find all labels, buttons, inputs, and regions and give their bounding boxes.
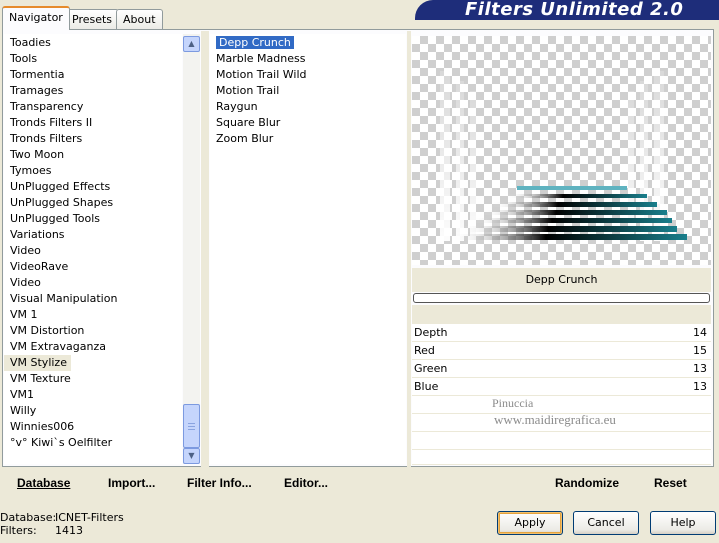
category-item[interactable]: UnPlugged Shapes bbox=[4, 195, 182, 211]
divider bbox=[407, 31, 411, 467]
filter-item[interactable]: Depp Crunch bbox=[210, 35, 406, 51]
divider bbox=[201, 31, 209, 467]
watermark-url: www.maidiregrafica.eu bbox=[494, 412, 616, 427]
category-item[interactable]: VM Texture bbox=[4, 371, 182, 387]
filter-item[interactable]: Motion Trail bbox=[210, 83, 406, 99]
category-item[interactable]: Two Moon bbox=[4, 147, 182, 163]
status-filters-value: 1413 bbox=[55, 524, 83, 537]
param-row-empty bbox=[412, 432, 711, 449]
param-value: 14 bbox=[693, 326, 707, 339]
category-item[interactable]: VideoRave bbox=[4, 259, 182, 275]
category-item[interactable]: Tormentia bbox=[4, 67, 182, 83]
preview-image bbox=[412, 36, 711, 265]
filter-item-label: Raygun bbox=[216, 100, 258, 113]
filter-item[interactable]: Raygun bbox=[210, 99, 406, 115]
category-item[interactable]: °v° Kiwi`s Oelfilter bbox=[4, 435, 182, 451]
param-label: Depth bbox=[414, 326, 448, 339]
help-button[interactable]: Help bbox=[650, 511, 716, 535]
param-row-empty bbox=[412, 396, 711, 413]
category-item[interactable]: VM Stylize bbox=[4, 355, 71, 371]
preview-filter-name: Depp Crunch bbox=[412, 268, 711, 292]
filter-item-label: Square Blur bbox=[216, 116, 281, 129]
scroll-up-icon[interactable]: ▲ bbox=[183, 36, 200, 52]
scroll-down-icon[interactable]: ▼ bbox=[183, 448, 200, 464]
filter-item-label: Marble Madness bbox=[216, 52, 306, 65]
category-scrollbar[interactable]: ▲ ▼ bbox=[183, 34, 200, 464]
category-item[interactable]: VM1 bbox=[4, 387, 182, 403]
param-row-red[interactable]: Red 15 bbox=[412, 341, 711, 359]
preview-graphic bbox=[440, 71, 687, 241]
progress-bar bbox=[413, 293, 710, 303]
filter-item-label: Motion Trail Wild bbox=[216, 68, 307, 81]
app-title: Filters Unlimited 2.0 bbox=[415, 0, 719, 20]
param-value: 15 bbox=[693, 344, 707, 357]
database-button[interactable]: Database bbox=[17, 476, 70, 490]
category-item[interactable]: Tools bbox=[4, 51, 182, 67]
category-item[interactable]: Variations bbox=[4, 227, 182, 243]
category-item[interactable]: Visual Manipulation bbox=[4, 291, 182, 307]
reset-button[interactable]: Reset bbox=[654, 476, 687, 490]
category-item[interactable]: VM 1 bbox=[4, 307, 182, 323]
tab-presets[interactable]: Presets bbox=[65, 9, 120, 29]
import-button[interactable]: Import... bbox=[108, 476, 155, 490]
param-value: 13 bbox=[693, 380, 707, 393]
param-value: 13 bbox=[693, 362, 707, 375]
category-item[interactable]: VM Distortion bbox=[4, 323, 182, 339]
param-row-blue[interactable]: Blue 13 bbox=[412, 377, 711, 395]
randomize-button[interactable]: Randomize bbox=[555, 476, 619, 490]
category-item[interactable]: Winnies006 bbox=[4, 419, 182, 435]
category-item[interactable]: VM Extravaganza bbox=[4, 339, 182, 355]
tab-about[interactable]: About bbox=[116, 9, 163, 29]
category-item[interactable]: Transparency bbox=[4, 99, 182, 115]
filter-item-label: Motion Trail bbox=[216, 84, 280, 97]
scroll-thumb[interactable] bbox=[183, 404, 200, 448]
param-row-green[interactable]: Green 13 bbox=[412, 359, 711, 377]
status-database-label: Database: bbox=[0, 511, 57, 524]
filter-info-button[interactable]: Filter Info... bbox=[187, 476, 252, 490]
category-item[interactable]: Tronds Filters bbox=[4, 131, 182, 147]
category-item[interactable]: Tymoes bbox=[4, 163, 182, 179]
param-label: Red bbox=[414, 344, 435, 357]
status-filters-label: Filters: bbox=[0, 524, 37, 537]
category-item[interactable]: Video bbox=[4, 243, 182, 259]
filter-item[interactable]: Motion Trail Wild bbox=[210, 67, 406, 83]
filter-list[interactable]: Depp Crunch Marble Madness Motion Trail Wi… bbox=[210, 34, 406, 464]
category-item[interactable]: Willy bbox=[4, 403, 182, 419]
category-list[interactable]: Toadies Tools Tormentia Tramages Transparenc… bbox=[4, 34, 182, 464]
tab-navigator[interactable]: Navigator bbox=[2, 6, 70, 30]
category-item[interactable]: Video bbox=[4, 275, 182, 291]
apply-button[interactable]: Apply bbox=[497, 511, 563, 535]
param-row-depth[interactable]: Depth 14 bbox=[412, 323, 711, 341]
category-item[interactable]: Tramages bbox=[4, 83, 182, 99]
filter-item[interactable]: Square Blur bbox=[210, 115, 406, 131]
category-item[interactable]: Tronds Filters II bbox=[4, 115, 182, 131]
category-item[interactable]: Toadies bbox=[4, 35, 182, 51]
filter-item[interactable]: Zoom Blur bbox=[210, 131, 406, 147]
watermark-name: Pinuccia bbox=[492, 396, 534, 410]
category-item[interactable]: UnPlugged Tools bbox=[4, 211, 182, 227]
param-label: Blue bbox=[414, 380, 439, 393]
status-database-value: ICNET-Filters bbox=[55, 511, 124, 524]
editor-button[interactable]: Editor... bbox=[284, 476, 328, 490]
param-row-empty bbox=[412, 450, 711, 464]
filter-item[interactable]: Marble Madness bbox=[210, 51, 406, 67]
cancel-button[interactable]: Cancel bbox=[573, 511, 639, 535]
filter-item-label: Zoom Blur bbox=[216, 132, 274, 145]
filter-item-label: Depp Crunch bbox=[216, 36, 294, 49]
param-label: Green bbox=[414, 362, 448, 375]
category-item[interactable]: UnPlugged Effects bbox=[4, 179, 182, 195]
